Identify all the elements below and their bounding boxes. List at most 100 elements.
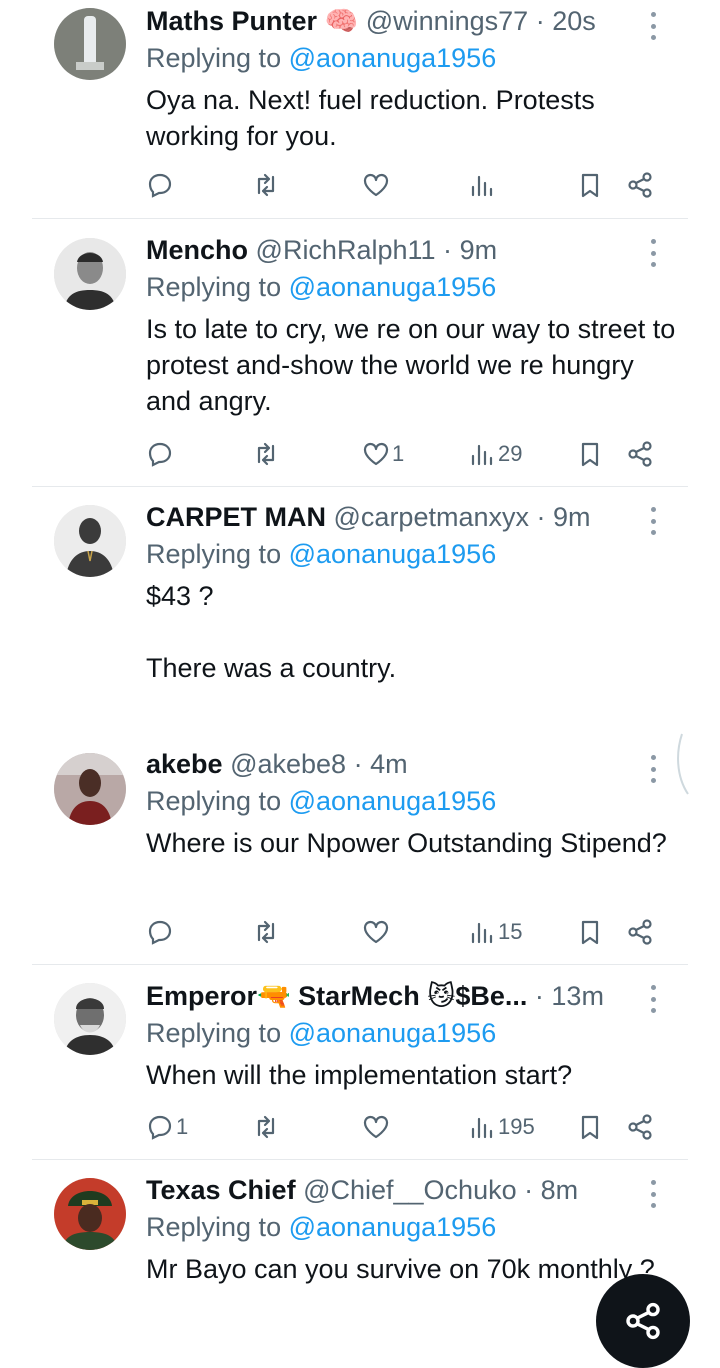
share-fab-icon (626, 1302, 660, 1340)
separator-dot: · (353, 749, 363, 779)
user-handle[interactable]: @Chief__Ochuko (303, 1175, 517, 1205)
user-handle[interactable]: @carpetmanxyx (334, 502, 529, 532)
reply-button[interactable] (146, 915, 176, 949)
like-count: 1 (392, 441, 405, 466)
bookmark-button[interactable] (576, 437, 604, 471)
tweet-item[interactable]: Emperor🔫 StarMech 😼$Be... · 13m Replying… (0, 965, 720, 1159)
mention-link[interactable]: @aonanuga1956 (289, 272, 497, 302)
reply-button[interactable] (146, 168, 176, 202)
replying-to: Replying to @aonanuga1956 (146, 272, 497, 302)
views-button[interactable]: 195 (468, 1110, 535, 1144)
user-handle[interactable]: @akebe8 (230, 749, 346, 779)
reply-icon (148, 442, 172, 467)
avatar[interactable] (54, 238, 126, 310)
views-count: 15 (498, 919, 523, 944)
like-button[interactable] (362, 168, 392, 202)
heart-icon (363, 442, 389, 466)
share-button[interactable] (626, 915, 654, 949)
share-fab-button[interactable] (596, 1274, 690, 1368)
mention-link[interactable]: @aonanuga1956 (289, 1212, 497, 1242)
share-icon (628, 1114, 652, 1140)
mention-link[interactable]: @aonanuga1956 (289, 43, 497, 73)
avatar[interactable] (54, 983, 126, 1055)
like-button[interactable] (362, 1110, 392, 1144)
avatar[interactable] (54, 753, 126, 825)
display-name[interactable]: Texas Chief (146, 1175, 296, 1205)
tweet-item[interactable]: Maths Punter 🧠 @winnings77 · 20s Replyin… (0, 0, 720, 218)
mention-link[interactable]: @aonanuga1956 (289, 786, 497, 816)
more-icon[interactable] (650, 507, 656, 535)
views-button[interactable]: 15 (468, 915, 522, 949)
bookmark-button[interactable] (576, 168, 604, 202)
reply-button[interactable] (146, 437, 176, 471)
tweet-item[interactable]: CARPET MAN @carpetmanxyx · 9m Replying t… (0, 487, 720, 737)
separator-dot: · (535, 6, 545, 36)
replying-to: Replying to @aonanuga1956 (146, 1018, 497, 1048)
retweet-icon (257, 1115, 275, 1139)
retweet-button[interactable] (252, 168, 280, 202)
user-handle[interactable]: @RichRalph11 (256, 235, 436, 265)
display-name[interactable]: Maths Punter (146, 6, 317, 36)
display-name[interactable]: CARPET MAN (146, 502, 326, 532)
tweet-text: When will the implementation start? (146, 1060, 573, 1090)
tweet-text: Is to late to cry, we re on our way to s… (146, 314, 676, 416)
tweet-text: Where is our Npower Outstanding Stipend? (146, 828, 667, 858)
timestamp[interactable]: 20s (552, 6, 596, 36)
timestamp[interactable]: 9m (553, 502, 591, 532)
retweet-icon (257, 173, 275, 197)
tweet-text: Oya na. Next! fuel reduction. Protests w… (146, 85, 595, 151)
bookmark-button[interactable] (576, 1110, 604, 1144)
retweet-icon (257, 442, 275, 466)
bookmark-icon (581, 1115, 599, 1140)
tweet-item[interactable]: akebe @akebe8 · 4m Replying to @aonanuga… (0, 737, 720, 964)
retweet-button[interactable] (252, 1110, 280, 1144)
timestamp[interactable]: 13m (551, 981, 604, 1011)
timestamp[interactable]: 4m (370, 749, 408, 779)
share-icon (628, 441, 652, 467)
display-name[interactable]: Mencho (146, 235, 248, 265)
replying-to: Replying to @aonanuga1956 (146, 786, 497, 816)
replying-to: Replying to @aonanuga1956 (146, 539, 497, 569)
tweet-text: $43 ? There was a country. (146, 581, 397, 683)
views-icon (471, 1117, 493, 1139)
user-handle[interactable]: @winnings77 (366, 6, 529, 36)
like-button[interactable]: 1 (362, 437, 404, 471)
views-icon (471, 444, 493, 466)
views-icon (471, 922, 493, 944)
reply-count: 1 (176, 1114, 189, 1139)
avatar[interactable] (54, 505, 126, 577)
views-button[interactable] (468, 168, 498, 202)
tweet-item[interactable]: Mencho @RichRalph11 · 9m Replying to @ao… (0, 219, 720, 485)
mention-link[interactable]: @aonanuga1956 (289, 539, 497, 569)
avatar[interactable] (54, 8, 126, 80)
timestamp[interactable]: 8m (541, 1175, 579, 1205)
share-icon (628, 172, 652, 198)
more-icon[interactable] (650, 985, 656, 1013)
more-icon[interactable] (650, 12, 656, 40)
tweet-text: Mr Bayo can you survive on 70k monthly ? (146, 1254, 655, 1284)
share-button[interactable] (626, 437, 654, 471)
reply-button[interactable]: 1 (146, 1110, 188, 1144)
more-icon[interactable] (650, 239, 656, 267)
share-button[interactable] (626, 168, 654, 202)
timestamp[interactable]: 9m (460, 235, 498, 265)
bookmark-icon (581, 173, 599, 198)
retweet-button[interactable] (252, 915, 280, 949)
replying-to: Replying to @aonanuga1956 (146, 43, 497, 73)
like-button[interactable] (362, 915, 392, 949)
reply-icon (148, 920, 172, 945)
more-icon[interactable] (650, 1180, 656, 1208)
share-icon (628, 919, 652, 945)
display-name[interactable]: akebe (146, 749, 223, 779)
display-name[interactable]: Emperor🔫 StarMech 😼$Be... (146, 981, 527, 1011)
bookmark-button[interactable] (576, 915, 604, 949)
separator-dot: · (536, 502, 546, 532)
retweet-button[interactable] (252, 437, 280, 471)
heart-icon (363, 1115, 389, 1139)
mention-link[interactable]: @aonanuga1956 (289, 1018, 497, 1048)
heart-icon (363, 920, 389, 944)
views-button[interactable]: 29 (468, 437, 522, 471)
avatar[interactable] (54, 1178, 126, 1250)
share-button[interactable] (626, 1110, 654, 1144)
more-icon[interactable] (650, 755, 656, 783)
